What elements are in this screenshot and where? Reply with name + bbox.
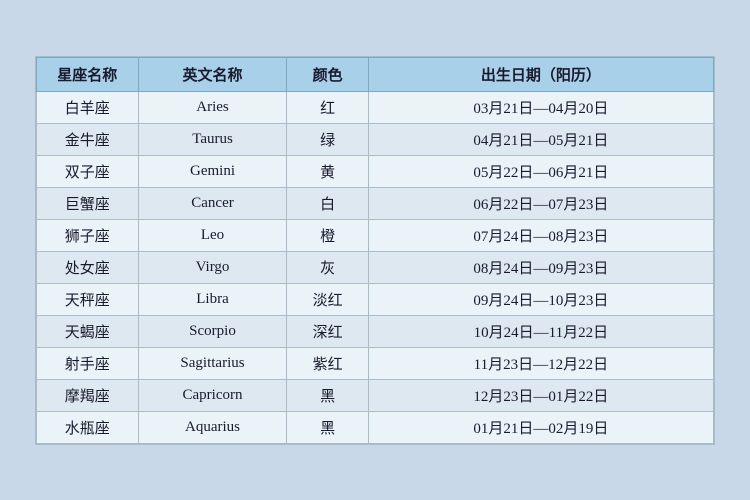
cell-english: Gemini — [138, 155, 287, 187]
cell-english: Taurus — [138, 123, 287, 155]
cell-english: Libra — [138, 283, 287, 315]
zodiac-table: 星座名称 英文名称 颜色 出生日期（阳历） 白羊座Aries红03月21日—04… — [36, 57, 714, 444]
cell-date: 07月24日—08月23日 — [368, 219, 713, 251]
cell-english: Cancer — [138, 187, 287, 219]
table-row: 双子座Gemini黄05月22日—06月21日 — [37, 155, 714, 187]
cell-english: Virgo — [138, 251, 287, 283]
header-chinese: 星座名称 — [37, 57, 139, 91]
cell-chinese: 巨蟹座 — [37, 187, 139, 219]
cell-date: 09月24日—10月23日 — [368, 283, 713, 315]
cell-date: 12月23日—01月22日 — [368, 379, 713, 411]
table-row: 天秤座Libra淡红09月24日—10月23日 — [37, 283, 714, 315]
table-row: 水瓶座Aquarius黑01月21日—02月19日 — [37, 411, 714, 443]
table-row: 处女座Virgo灰08月24日—09月23日 — [37, 251, 714, 283]
cell-chinese: 水瓶座 — [37, 411, 139, 443]
cell-chinese: 摩羯座 — [37, 379, 139, 411]
cell-color: 深红 — [287, 315, 368, 347]
cell-date: 01月21日—02月19日 — [368, 411, 713, 443]
cell-chinese: 狮子座 — [37, 219, 139, 251]
cell-date: 10月24日—11月22日 — [368, 315, 713, 347]
cell-date: 08月24日—09月23日 — [368, 251, 713, 283]
cell-date: 03月21日—04月20日 — [368, 91, 713, 123]
header-date: 出生日期（阳历） — [368, 57, 713, 91]
cell-english: Aries — [138, 91, 287, 123]
cell-color: 灰 — [287, 251, 368, 283]
cell-date: 06月22日—07月23日 — [368, 187, 713, 219]
cell-english: Capricorn — [138, 379, 287, 411]
table-header-row: 星座名称 英文名称 颜色 出生日期（阳历） — [37, 57, 714, 91]
table-row: 白羊座Aries红03月21日—04月20日 — [37, 91, 714, 123]
table-body: 白羊座Aries红03月21日—04月20日金牛座Taurus绿04月21日—0… — [37, 91, 714, 443]
cell-color: 橙 — [287, 219, 368, 251]
cell-english: Aquarius — [138, 411, 287, 443]
cell-color: 紫红 — [287, 347, 368, 379]
cell-color: 黑 — [287, 411, 368, 443]
cell-chinese: 白羊座 — [37, 91, 139, 123]
cell-english: Leo — [138, 219, 287, 251]
cell-color: 绿 — [287, 123, 368, 155]
table-row: 巨蟹座Cancer白06月22日—07月23日 — [37, 187, 714, 219]
header-color: 颜色 — [287, 57, 368, 91]
cell-english: Sagittarius — [138, 347, 287, 379]
header-english: 英文名称 — [138, 57, 287, 91]
cell-color: 白 — [287, 187, 368, 219]
table-row: 摩羯座Capricorn黑12月23日—01月22日 — [37, 379, 714, 411]
cell-color: 黄 — [287, 155, 368, 187]
table-row: 金牛座Taurus绿04月21日—05月21日 — [37, 123, 714, 155]
cell-color: 红 — [287, 91, 368, 123]
cell-chinese: 处女座 — [37, 251, 139, 283]
cell-chinese: 金牛座 — [37, 123, 139, 155]
cell-date: 11月23日—12月22日 — [368, 347, 713, 379]
cell-english: Scorpio — [138, 315, 287, 347]
cell-chinese: 天秤座 — [37, 283, 139, 315]
cell-chinese: 双子座 — [37, 155, 139, 187]
table-row: 射手座Sagittarius紫红11月23日—12月22日 — [37, 347, 714, 379]
cell-color: 黑 — [287, 379, 368, 411]
cell-date: 04月21日—05月21日 — [368, 123, 713, 155]
table-row: 天蝎座Scorpio深红10月24日—11月22日 — [37, 315, 714, 347]
cell-chinese: 射手座 — [37, 347, 139, 379]
zodiac-table-container: 星座名称 英文名称 颜色 出生日期（阳历） 白羊座Aries红03月21日—04… — [35, 56, 715, 445]
cell-chinese: 天蝎座 — [37, 315, 139, 347]
cell-color: 淡红 — [287, 283, 368, 315]
table-row: 狮子座Leo橙07月24日—08月23日 — [37, 219, 714, 251]
cell-date: 05月22日—06月21日 — [368, 155, 713, 187]
